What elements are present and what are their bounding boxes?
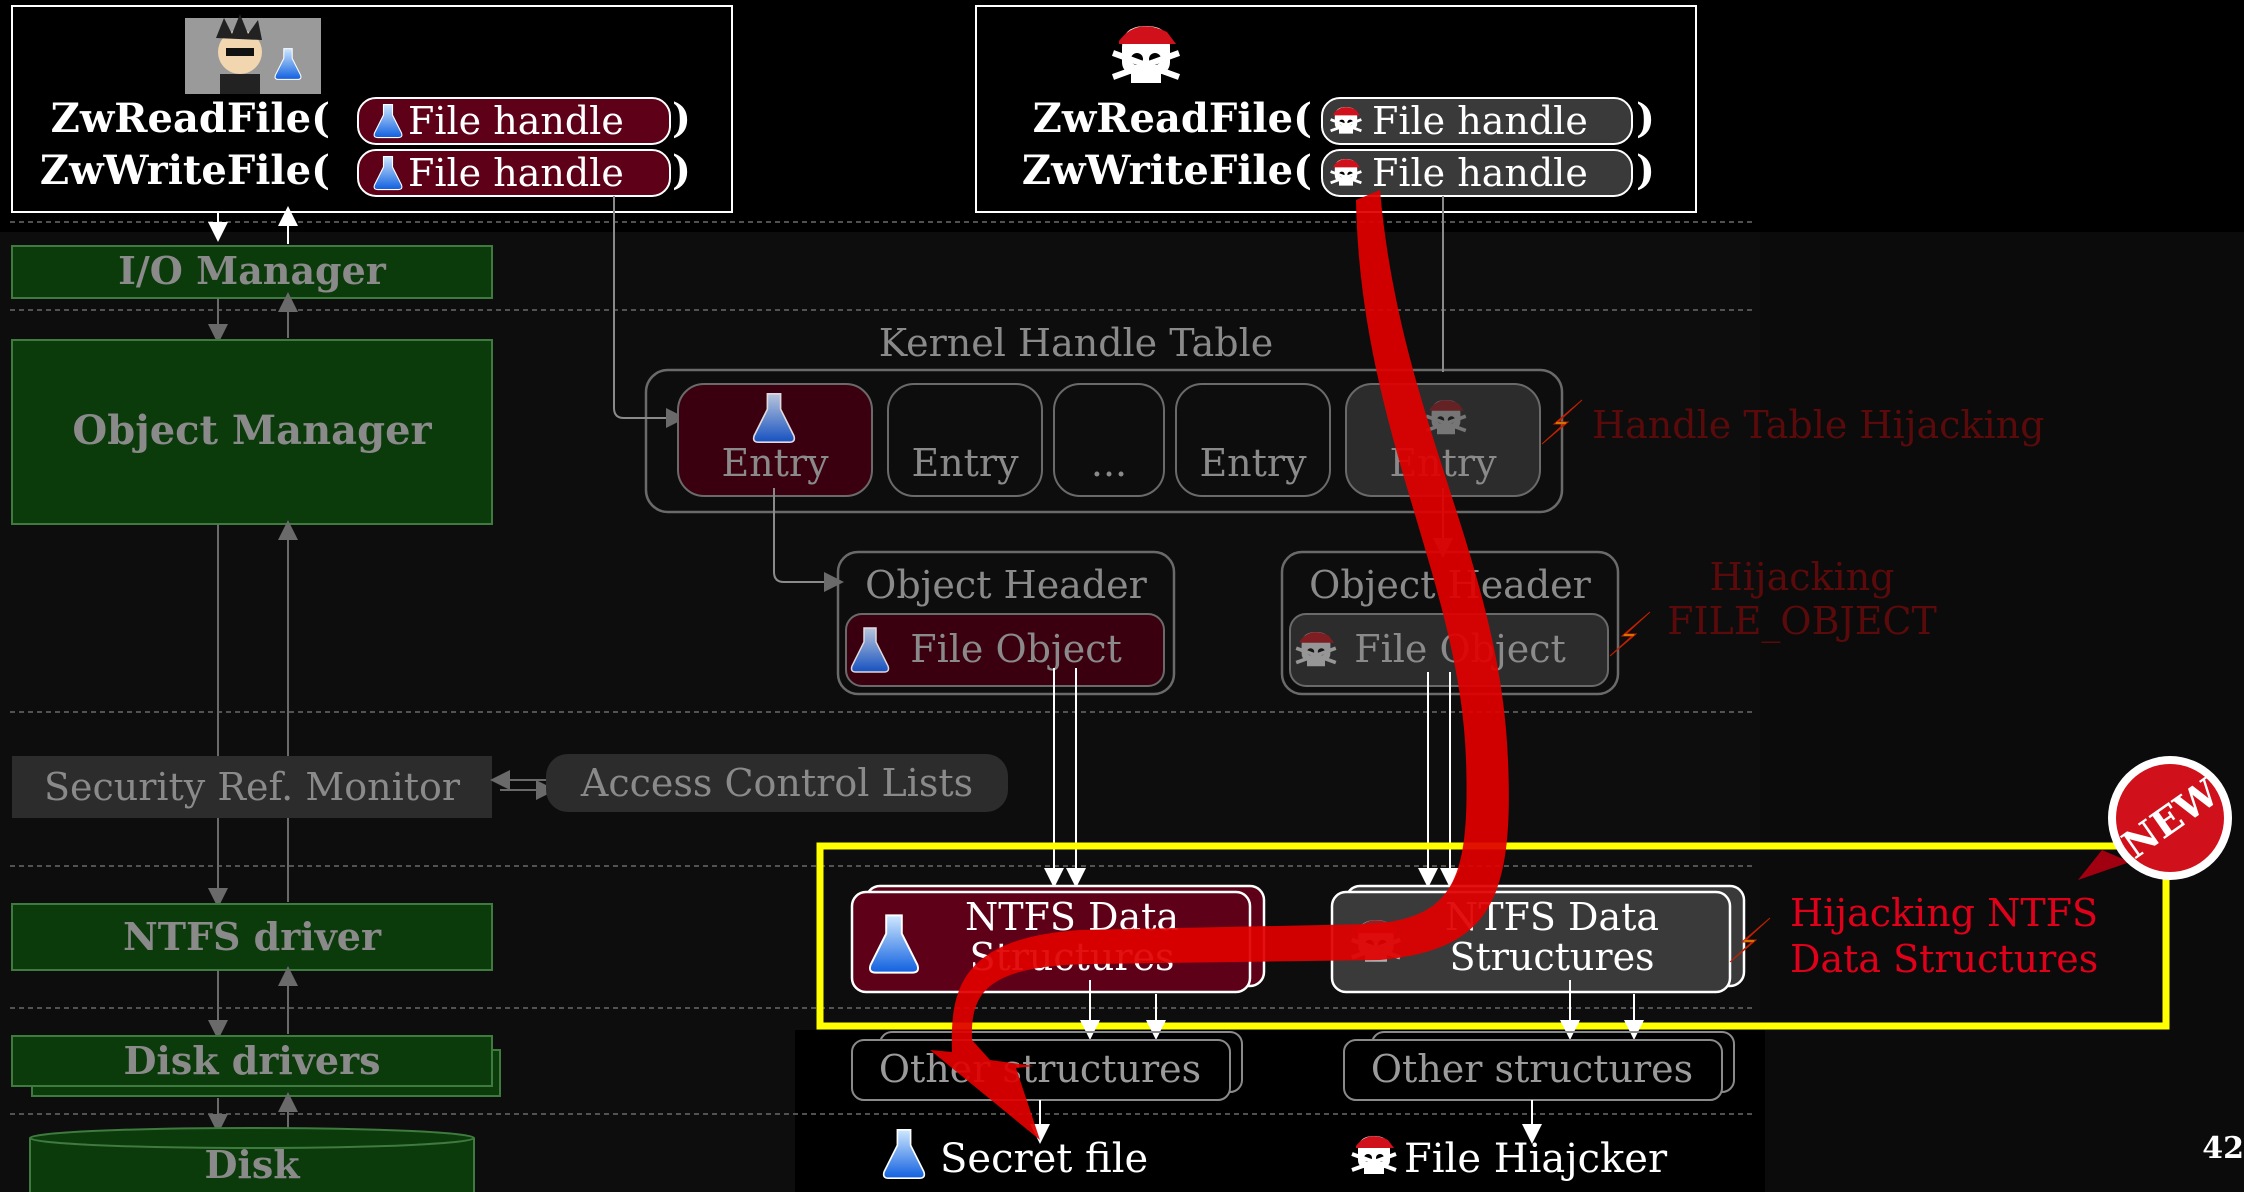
ntfs-driver-label: NTFS driver (123, 914, 382, 959)
handle-table-title: Kernel Handle Table (879, 321, 1274, 365)
object-manager-box: Object Manager (11, 339, 493, 525)
security-monitor-label: Security Ref. Monitor (44, 765, 461, 809)
right-other-structures-label: Other structures (1371, 1047, 1693, 1091)
left-other-structures-label: Other structures (879, 1047, 1201, 1091)
file-object-hijacking-line1: Hijacking (1710, 555, 1895, 599)
legit-caller-box: ZwReadFile( ZwWriteFile( File handle Fil… (11, 5, 733, 213)
legit-write-handle-label: File handle (408, 151, 624, 195)
legit-read-close-paren: ) (672, 95, 691, 142)
attacker-read-call: ZwReadFile( (1033, 95, 1312, 142)
acl-box: Access Control Lists (546, 754, 1008, 812)
handle-entry-4-label: Entry (1199, 441, 1307, 485)
ntfs-hijacking-line1: Hijacking NTFS (1790, 891, 2098, 935)
ntfs-hijacking-line2: Data Structures (1790, 937, 2098, 981)
io-manager-label: I/O Manager (118, 248, 387, 293)
legit-write-close-paren: ) (672, 147, 691, 194)
attacker-caller-box: ZwReadFile( ZwWriteFile( File handle Fil… (975, 5, 1697, 213)
legit-read-handle-label: File handle (408, 99, 624, 143)
disk-drivers-label: Disk drivers (123, 1038, 380, 1083)
attacker-read-handle-pill: File handle (1321, 97, 1633, 145)
right-ntfs-line2: Structures (1449, 935, 1654, 979)
secret-file-label: Secret file (940, 1136, 1148, 1182)
legit-write-handle-pill: File handle (357, 149, 671, 197)
right-other-structures: Other structures (1343, 1031, 1735, 1101)
left-object-header: Object Header File Object (836, 550, 1176, 696)
handle-entry-3-label: ... (1091, 441, 1127, 485)
attacker-write-handle-pill: File handle (1321, 149, 1633, 197)
object-manager-label: Object Manager (72, 407, 432, 454)
disk-cylinder: Disk (29, 1127, 475, 1192)
attacker-read-close-paren: ) (1636, 95, 1655, 142)
disk-label: Disk (204, 1142, 300, 1187)
scientist-avatar-icon (185, 14, 321, 94)
io-manager-box: I/O Manager (11, 245, 493, 299)
legit-read-handle-pill: File handle (357, 97, 671, 145)
disk-drivers-box: Disk drivers (11, 1035, 501, 1097)
attacker-read-handle-label: File handle (1372, 99, 1588, 143)
security-monitor-box: Security Ref. Monitor (12, 756, 492, 818)
attacker-write-close-paren: ) (1636, 147, 1655, 194)
attacker-write-call: ZwWriteFile( (1022, 147, 1312, 194)
diagram-canvas: ZwReadFile( ZwWriteFile( File handle Fil… (0, 5, 2244, 1192)
left-object-header-label: Object Header (865, 563, 1147, 607)
handle-table-hijacking-label: Handle Table Hijacking (1592, 403, 2044, 447)
handle-entry-2-label: Entry (911, 441, 1019, 485)
hijacker-file-label: File Hiajcker (1404, 1136, 1668, 1182)
acl-label: Access Control Lists (580, 761, 973, 805)
handle-entry-1-label: Entry (721, 441, 829, 485)
left-file-object-label: File Object (910, 627, 1122, 671)
left-other-structures: Other structures (851, 1031, 1243, 1101)
attacker-write-handle-label: File handle (1372, 151, 1588, 195)
file-object-hijacking-line2: FILE_OBJECT (1667, 599, 1937, 644)
page-number: 42 (2202, 1131, 2244, 1166)
legit-read-call: ZwReadFile( (51, 95, 330, 142)
handle-entry-1: Entry (677, 383, 873, 497)
ntfs-driver-box: NTFS driver (11, 903, 493, 971)
legit-write-call: ZwWriteFile( (40, 147, 330, 194)
dim-background-panel-right (1760, 232, 2244, 1192)
